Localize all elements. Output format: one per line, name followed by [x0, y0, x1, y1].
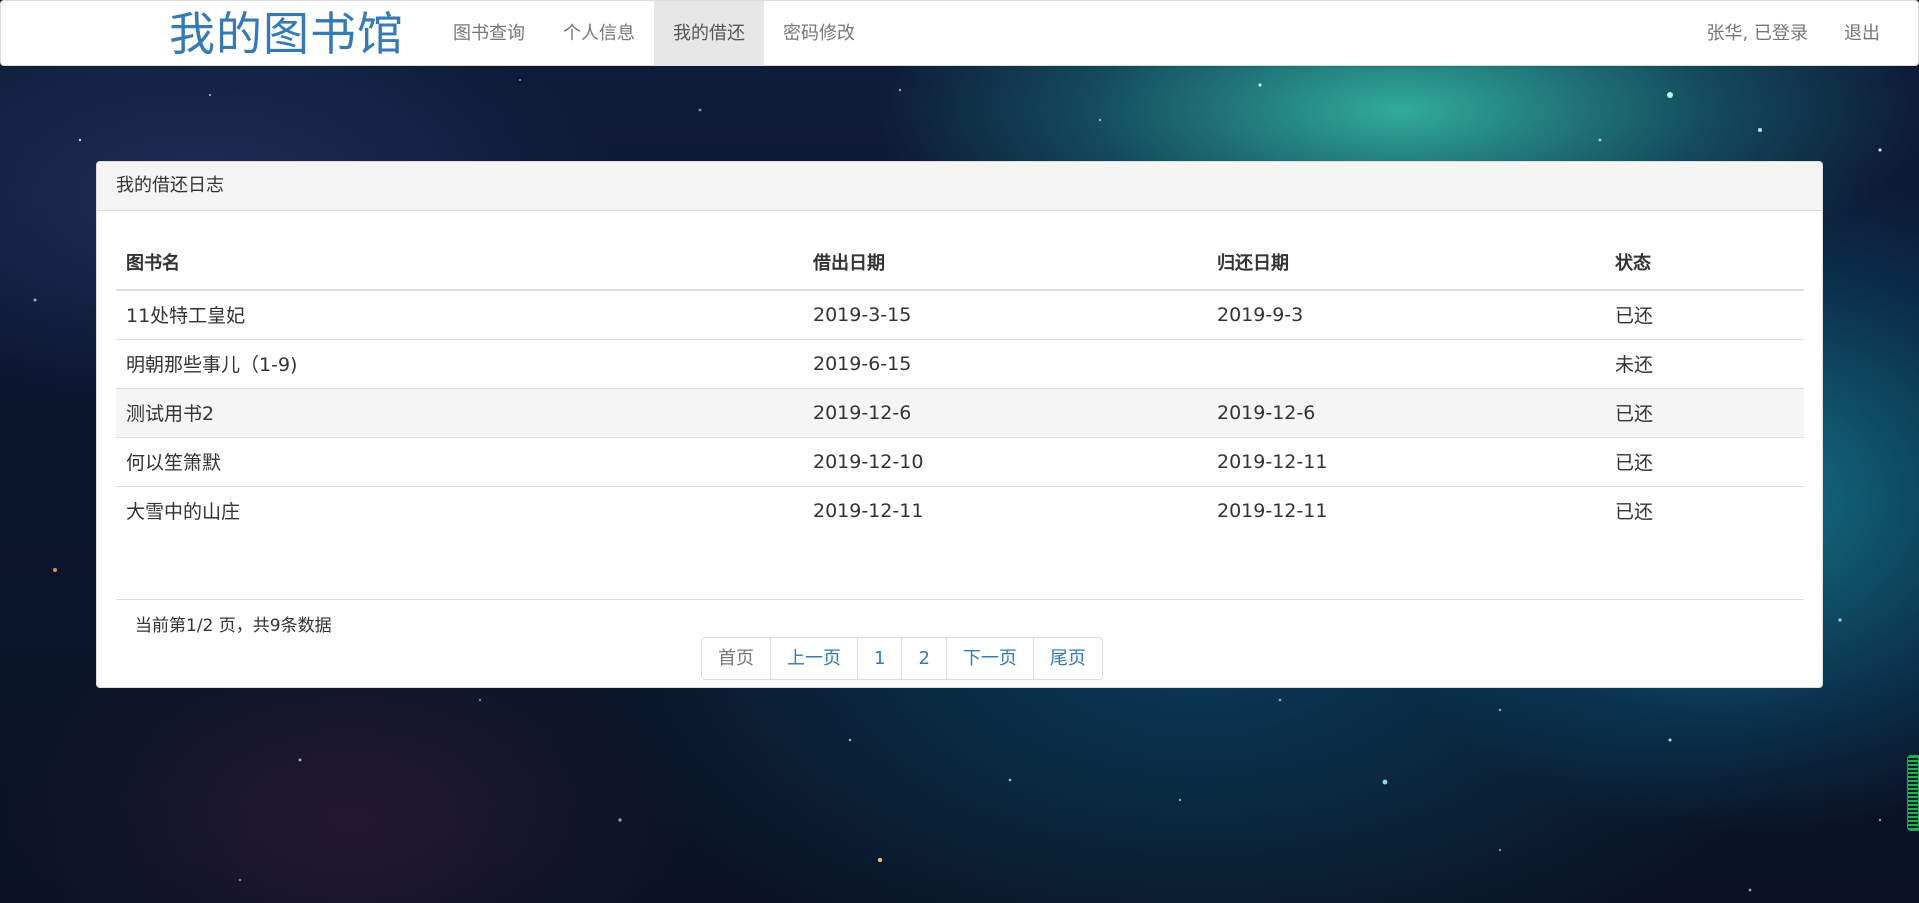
cell-book-name: 何以笙箫默: [116, 436, 803, 486]
brand-title[interactable]: 我的图书馆: [169, 7, 404, 61]
cell-return-date: 2019-9-3: [1207, 289, 1605, 339]
nav-link-book-search[interactable]: 图书查询: [434, 1, 544, 66]
cell-status: 已还: [1605, 436, 1804, 486]
table-header-row: 图书名 借出日期 归还日期 状态: [116, 235, 1804, 291]
page-info-text: 当前第1/2 页，共9条数据: [135, 616, 332, 636]
page-last-button[interactable]: 尾页: [1032, 637, 1103, 680]
cell-borrow-date: 2019-12-10: [803, 436, 1207, 486]
cell-book-name: 大雪中的山庄: [116, 485, 803, 535]
pagination: 首页 上一页 1 2 下一页 尾页: [701, 637, 1103, 680]
table-row: 明朝那些事儿（1-9) 2019-6-15 未还: [116, 338, 1804, 388]
borrow-log-panel: 我的借还日志 图书名 借出日期 归还日期 状态 11处特工皇妃 2019-3-1…: [96, 161, 1823, 688]
user-status: 张华, 已登录: [1706, 23, 1808, 44]
table-row: 测试用书2 2019-12-6 2019-12-6 已还: [116, 387, 1804, 437]
page-1-button[interactable]: 1: [857, 637, 903, 680]
cell-borrow-date: 2019-12-11: [803, 485, 1207, 535]
cell-status: 已还: [1605, 289, 1804, 339]
cell-status: 已还: [1605, 387, 1804, 437]
nav-user-area: 张华, 已登录 退出: [1707, 1, 1880, 66]
side-widget-handle[interactable]: [1907, 755, 1919, 831]
column-header-status: 状态: [1605, 235, 1804, 291]
cell-book-name: 测试用书2: [116, 387, 803, 437]
column-header-borrow-date: 借出日期: [803, 235, 1207, 291]
nav-link-change-password[interactable]: 密码修改: [764, 1, 874, 66]
table-row: 何以笙箫默 2019-12-10 2019-12-11 已还: [116, 436, 1804, 486]
cell-return-date: 2019-12-11: [1207, 436, 1605, 486]
cell-return-date: 2019-12-6: [1207, 387, 1605, 437]
cell-borrow-date: 2019-12-6: [803, 387, 1207, 437]
nav-link-my-borrowing[interactable]: 我的借还: [654, 1, 764, 66]
logout-link[interactable]: 退出: [1844, 1, 1880, 66]
panel-title: 我的借还日志: [97, 162, 1822, 211]
nav-link-personal-info[interactable]: 个人信息: [544, 1, 654, 66]
cell-book-name: 明朝那些事儿（1-9): [116, 338, 803, 388]
cell-status: 已还: [1605, 485, 1804, 535]
table-row: 11处特工皇妃 2019-3-15 2019-9-3 已还: [116, 289, 1804, 339]
column-header-book-name: 图书名: [116, 235, 803, 291]
cell-return-date: [1207, 338, 1605, 388]
column-header-return-date: 归还日期: [1207, 235, 1605, 291]
table-row: 大雪中的山庄 2019-12-11 2019-12-11 已还: [116, 485, 1804, 535]
page-next-button[interactable]: 下一页: [945, 637, 1034, 680]
borrow-log-table: 图书名 借出日期 归还日期 状态 11处特工皇妃 2019-3-15 2019-…: [116, 235, 1804, 535]
cell-borrow-date: 2019-6-15: [803, 338, 1207, 388]
cell-return-date: 2019-12-11: [1207, 485, 1605, 535]
cell-status: 未还: [1605, 338, 1804, 388]
page-first-button[interactable]: 首页: [701, 637, 771, 680]
top-navbar: 我的图书馆 图书查询 个人信息 我的借还 密码修改 张华, 已登录 退出: [0, 0, 1919, 66]
page-prev-button[interactable]: 上一页: [770, 637, 858, 680]
page-2-button[interactable]: 2: [901, 637, 947, 680]
cell-book-name: 11处特工皇妃: [116, 289, 803, 339]
table-footer-divider: [116, 599, 1804, 600]
cell-borrow-date: 2019-3-15: [803, 289, 1207, 339]
nav-links: 图书查询 个人信息 我的借还 密码修改: [434, 1, 874, 66]
